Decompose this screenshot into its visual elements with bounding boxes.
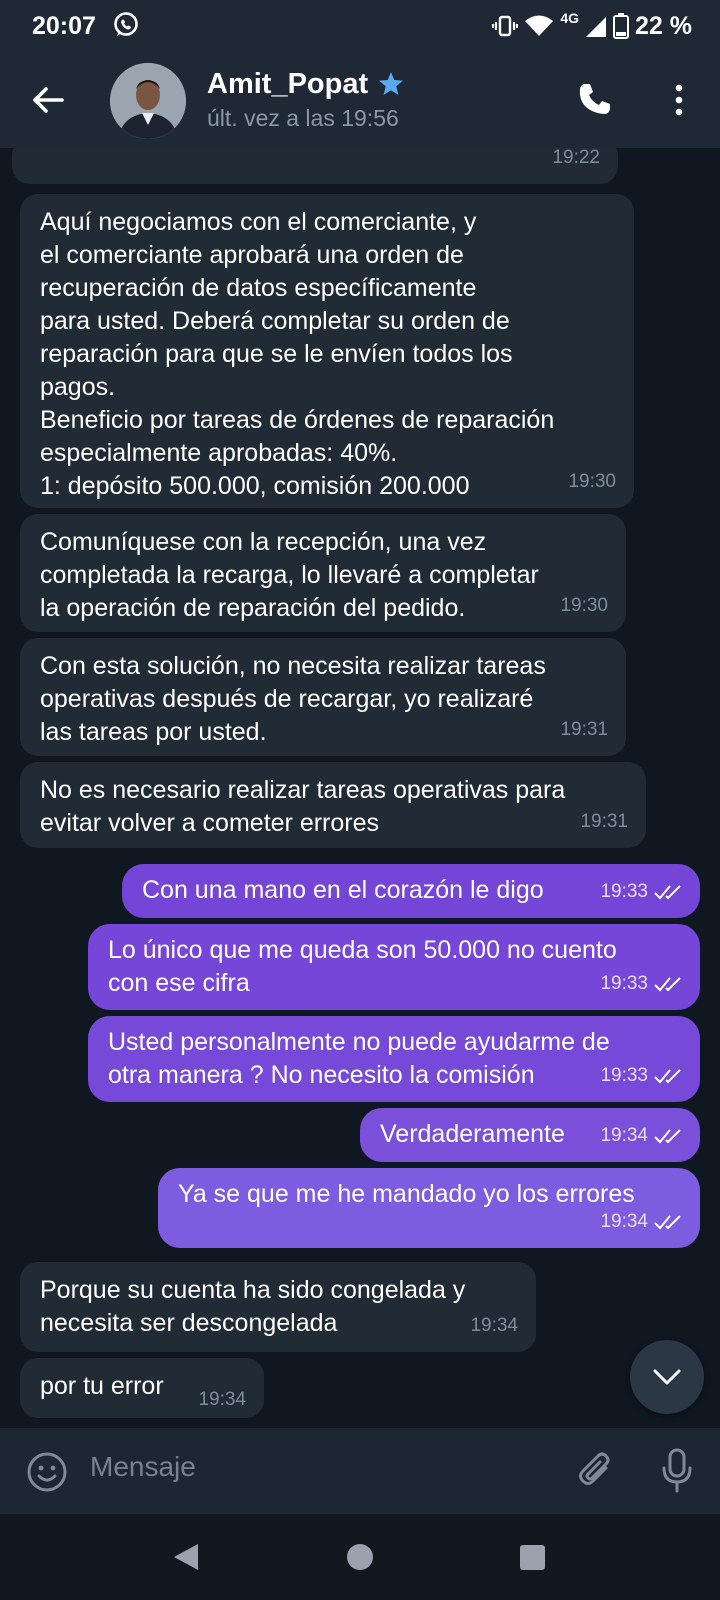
message-time: 19:31 [560, 719, 608, 740]
message-time: 19:34 [600, 1125, 648, 1146]
message-bubble-outgoing[interactable]: Usted personalmente no puede ayudarme de… [88, 1016, 700, 1102]
message-bubble-outgoing[interactable]: Lo único que me queda son 50.000 no cuen… [88, 924, 700, 1010]
phone-icon[interactable] [576, 80, 614, 118]
message-text: Comuníquese con la recepción, una vez co… [40, 528, 539, 622]
status-time: 20:07 [32, 12, 96, 40]
message-bubble-outgoing[interactable]: Ya se que me he mandado yo los errores 1… [158, 1168, 700, 1248]
message-bubble-incoming[interactable]: Aquí negociamos con el comerciante, y el… [20, 194, 634, 508]
message-bubble-outgoing[interactable]: Con una mano en el corazón le digo 19:33 [122, 864, 700, 918]
double-check-icon [654, 1128, 681, 1143]
whatsapp-icon [114, 12, 138, 36]
nav-recents-icon[interactable] [520, 1545, 545, 1570]
chat-area[interactable]: 19:22 Aquí negociamos con el comerciante… [0, 148, 720, 1428]
more-vertical-icon[interactable] [664, 82, 694, 118]
double-check-icon [654, 976, 681, 991]
message-time: 19:33 [600, 881, 648, 902]
avatar[interactable] [110, 63, 186, 139]
message-time: 19:34 [198, 1389, 246, 1410]
status-bar: 20:07 4G 22 % [0, 0, 720, 52]
message-text: Con una mano en el corazón le digo [142, 876, 544, 904]
message-bubble-incoming[interactable]: 19:22 [12, 148, 618, 184]
double-check-icon [654, 1214, 681, 1229]
message-time: 19:34 [470, 1315, 518, 1336]
chat-header: Amit_Popat últ. vez a las 19:56 [0, 52, 720, 148]
nav-back-icon[interactable] [172, 1542, 200, 1572]
message-text: Lo único que me queda son 50.000 no cuen… [108, 936, 617, 997]
back-arrow-icon[interactable] [28, 80, 68, 120]
smiley-icon[interactable] [26, 1451, 68, 1493]
network-type: 4G [560, 10, 580, 26]
last-seen: últ. vez a las 19:56 [207, 105, 399, 131]
message-meta: 19:33 [600, 967, 684, 1000]
message-bubble-incoming[interactable]: No es necesario realizar tareas operativ… [20, 762, 646, 848]
message-bubble-incoming[interactable]: Comuníquese con la recepción, una vez co… [20, 514, 626, 632]
message-text: Usted personalmente no puede ayudarme de… [108, 1028, 610, 1089]
contact-name[interactable]: Amit_Popat [207, 68, 368, 101]
signal-icon [586, 17, 607, 37]
star-icon [379, 72, 403, 95]
message-bubble-incoming[interactable]: Porque su cuenta ha sido congelada y nec… [20, 1262, 536, 1352]
status-indicators: 4G 22 % [492, 10, 692, 42]
paperclip-icon[interactable] [576, 1450, 616, 1492]
message-time: 19:33 [600, 973, 648, 994]
message-bubble-incoming[interactable]: Con esta solución, no necesita realizar … [20, 638, 626, 756]
message-input-bar: Mensaje [0, 1428, 720, 1514]
battery-icon [613, 13, 630, 39]
chevron-down-icon [653, 1369, 681, 1385]
scroll-to-bottom-button[interactable] [630, 1340, 704, 1414]
message-time: 19:33 [600, 1065, 648, 1086]
message-text: Con esta solución, no necesita realizar … [40, 652, 546, 746]
message-text: No es necesario realizar tareas operativ… [40, 776, 566, 837]
double-check-icon [654, 1068, 681, 1083]
message-text: Porque su cuenta ha sido congelada y nec… [40, 1276, 466, 1337]
message-meta: 19:34 [600, 1205, 684, 1238]
message-text: Aquí negociamos con el comerciante, y el… [40, 208, 555, 500]
message-input[interactable]: Mensaje [90, 1451, 196, 1483]
message-meta: 19:33 [600, 1059, 684, 1092]
message-time: 19:22 [552, 148, 600, 168]
vibrate-icon [492, 15, 519, 37]
message-time: 19:30 [560, 595, 608, 616]
message-time: 19:30 [568, 471, 616, 492]
message-meta: 19:33 [600, 875, 684, 908]
battery-percent: 22 % [635, 11, 692, 40]
microphone-icon[interactable] [660, 1448, 694, 1494]
wifi-icon [525, 15, 554, 36]
double-check-icon [654, 884, 681, 899]
message-meta: 19:34 [600, 1119, 684, 1152]
message-time: 19:34 [600, 1211, 648, 1232]
nav-home-icon[interactable] [347, 1544, 373, 1570]
system-navigation-bar [0, 1514, 720, 1600]
avatar-photo [110, 63, 186, 139]
message-time: 19:31 [580, 811, 628, 832]
message-bubble-incoming[interactable]: por tu error 19:34 [20, 1358, 264, 1418]
message-bubble-outgoing[interactable]: Verdaderamente 19:34 [360, 1108, 700, 1162]
